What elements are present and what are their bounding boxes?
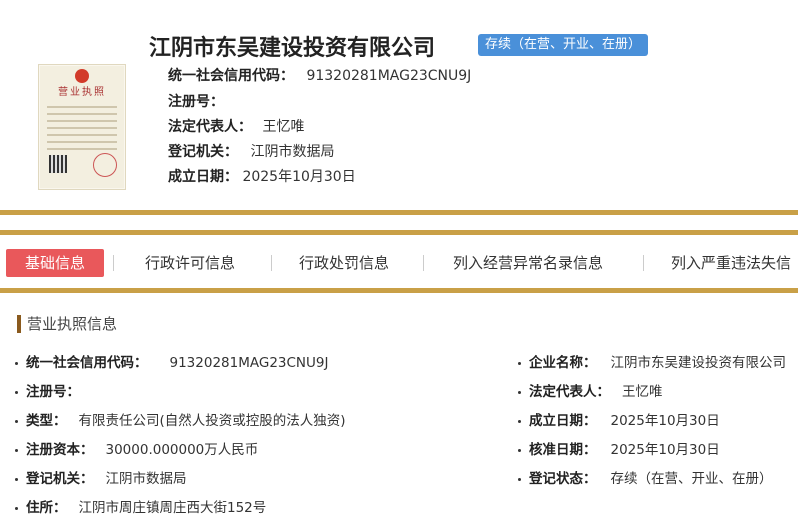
info-value: 王忆唯 (622, 384, 663, 400)
tab-separator (271, 255, 272, 271)
info-label: 住所： (26, 500, 67, 516)
tab-serious-violation[interactable]: 列入严重违法失信 (671, 249, 791, 277)
tab-separator (113, 255, 114, 271)
header-credit-code-value: 91320281MAG23CNU9J (306, 68, 472, 84)
header-credit-code-label: 统一社会信用代码： (168, 68, 294, 84)
status-badge: 存续（在营、开业、在册） (478, 34, 649, 56)
header-legal-rep-value: 王忆唯 (262, 119, 305, 135)
info-label: 法定代表人： (529, 384, 610, 400)
header-legal-rep-row: 法定代表人： 王忆唯 (168, 116, 304, 136)
header-authority-row: 登记机关： 江阴市数据局 (168, 141, 334, 161)
bullet-dot (15, 448, 18, 452)
info-row-legal-rep: 法定代表人： 王忆唯 (518, 380, 663, 400)
info-value: 江阴市数据局 (105, 471, 187, 487)
info-label: 成立日期： (529, 413, 597, 429)
qr-code-icon (49, 155, 67, 173)
header-authority-value: 江阴市数据局 (250, 144, 335, 160)
info-label: 核准日期： (529, 442, 597, 458)
bullet-dot (15, 390, 18, 394)
info-row-reg-no: 注册号： (15, 380, 80, 400)
info-row-address: 住所： 江阴市周庄镇周庄西大街152号 (15, 496, 266, 516)
header-est-date-value: 2025年10月30日 (242, 169, 356, 185)
header-reg-no-row: 注册号： (168, 91, 224, 111)
bullet-dot (15, 419, 18, 423)
header-legal-rep-label: 法定代表人： (168, 119, 252, 135)
tab-separator (643, 255, 644, 271)
bullet-dot (518, 419, 521, 423)
company-title: 江阴市东吴建设投资有限公司 (149, 36, 436, 61)
info-row-approval-date: 核准日期： 2025年10月30日 (518, 438, 720, 458)
tab-bar: 基础信息 行政许可信息 行政处罚信息 列入经营异常名录信息 列入严重违法失信 (0, 243, 798, 283)
tab-abnormal-list[interactable]: 列入经营异常名录信息 (453, 249, 603, 277)
header-authority-label: 登记机关： (168, 144, 238, 160)
info-row-capital: 注册资本： 30000.000000万人民币 (15, 438, 258, 458)
header-est-date-label: 成立日期： (168, 169, 238, 185)
info-label: 企业名称： (529, 355, 597, 371)
info-label: 注册资本： (26, 442, 94, 458)
info-label: 登记状态： (529, 471, 597, 487)
info-row-est-date: 成立日期： 2025年10月30日 (518, 409, 720, 429)
info-row-authority: 登记机关： 江阴市数据局 (15, 467, 187, 487)
info-value: 存续（在营、开业、在册） (610, 471, 773, 487)
info-value: 2025年10月30日 (610, 413, 720, 429)
section-title: 营业执照信息 (17, 315, 117, 333)
info-row-reg-status: 登记状态： 存续（在营、开业、在册） (518, 467, 773, 487)
bullet-dot (518, 448, 521, 452)
national-emblem-icon (75, 69, 89, 83)
bullet-dot (518, 477, 521, 481)
info-label: 类型： (26, 413, 67, 429)
info-row-type: 类型： 有限责任公司(自然人投资或控股的法人独资) (15, 409, 346, 429)
business-license-image[interactable]: 营业执照 (38, 64, 126, 190)
info-row-credit-code: 统一社会信用代码： 91320281MAG23CNU9J (15, 351, 328, 371)
bullet-dot (15, 477, 18, 481)
info-label: 登记机关： (26, 471, 94, 487)
divider-gold-bottom (0, 288, 798, 293)
info-value: 2025年10月30日 (610, 442, 720, 458)
bullet-dot (518, 361, 521, 365)
divider-gold-middle (0, 230, 798, 235)
tab-admin-penalty[interactable]: 行政处罚信息 (299, 249, 389, 277)
info-value: 江阴市东吴建设投资有限公司 (610, 355, 787, 371)
info-value: 有限责任公司(自然人投资或控股的法人独资) (78, 413, 346, 429)
header-reg-no-label: 注册号： (168, 94, 224, 110)
header-credit-code-row: 统一社会信用代码： 91320281MAG23CNU9J (168, 65, 471, 85)
bullet-dot (15, 361, 18, 365)
divider-gold-top (0, 210, 798, 215)
seal-icon (93, 153, 117, 177)
info-label: 注册号： (26, 384, 80, 400)
info-label: 统一社会信用代码： (26, 355, 148, 371)
info-value: 91320281MAG23CNU9J (169, 355, 329, 371)
tab-basic-info[interactable]: 基础信息 (6, 249, 104, 277)
license-text-lines (47, 101, 117, 155)
license-label: 营业执照 (58, 87, 106, 98)
header-est-date-row: 成立日期： 2025年10月30日 (168, 166, 356, 186)
tab-separator (423, 255, 424, 271)
bullet-dot (518, 390, 521, 394)
info-row-company-name: 企业名称： 江阴市东吴建设投资有限公司 (518, 351, 786, 371)
info-value: 30000.000000万人民币 (105, 442, 259, 458)
tab-admin-license[interactable]: 行政许可信息 (145, 249, 235, 277)
bullet-dot (15, 506, 18, 510)
info-value: 江阴市周庄镇周庄西大街152号 (78, 500, 267, 516)
